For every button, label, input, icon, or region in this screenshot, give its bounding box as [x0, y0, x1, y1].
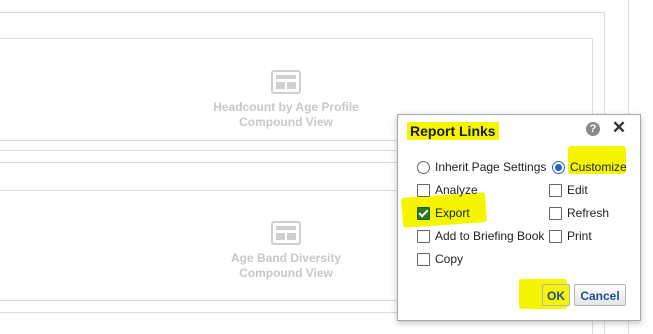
checkbox-label: Copy: [435, 252, 464, 266]
dialog-header[interactable]: Report Links ? ✕: [398, 115, 640, 145]
view-title: Headcount by Age Profile: [213, 100, 359, 114]
cancel-button[interactable]: Cancel: [574, 284, 626, 306]
checkbox-label: Print: [567, 229, 592, 243]
radio-button-selected[interactable]: [552, 160, 565, 174]
radio-button[interactable]: [417, 160, 430, 174]
view-subtitle: Compound View: [239, 266, 333, 280]
checkbox[interactable]: [417, 252, 430, 266]
compound-view-icon: [271, 221, 301, 245]
radio-label: Customize: [570, 160, 627, 174]
radio-label: Inherit Page Settings: [435, 160, 547, 174]
checkbox-label: Edit: [567, 183, 588, 197]
checkbox-label: Refresh: [567, 206, 610, 220]
checkbox-copy[interactable]: Copy: [417, 252, 463, 266]
frame-line: [0, 12, 604, 13]
checkbox-analyze[interactable]: Analyze: [417, 183, 478, 197]
checkbox-print[interactable]: Print: [549, 229, 592, 243]
checkbox-edit[interactable]: Edit: [549, 183, 588, 197]
checkbox-checked[interactable]: [417, 206, 430, 220]
view-placeholder-age-band[interactable]: Age Band Diversity Compound View: [196, 221, 376, 281]
checkbox[interactable]: [549, 229, 562, 243]
checkbox[interactable]: [417, 229, 430, 243]
dialog-title: Report Links: [407, 122, 499, 140]
ok-button[interactable]: OK: [542, 284, 570, 306]
close-icon[interactable]: ✕: [611, 119, 627, 137]
radio-inherit-page-settings[interactable]: Inherit Page Settings: [417, 160, 546, 174]
help-icon[interactable]: ?: [586, 122, 600, 136]
checkbox[interactable]: [549, 206, 562, 220]
compound-view-icon: [271, 70, 301, 94]
checkbox[interactable]: [417, 183, 430, 197]
checkbox-label: Export: [435, 206, 470, 220]
frame-line: [0, 38, 592, 39]
checkbox-export[interactable]: Export: [417, 206, 470, 220]
checkbox-add-to-briefing-book[interactable]: Add to Briefing Book: [417, 229, 544, 243]
checkbox-label: Add to Briefing Book: [435, 229, 545, 243]
view-placeholder-headcount[interactable]: Headcount by Age Profile Compound View: [196, 70, 376, 130]
radio-customize[interactable]: Customize: [552, 160, 627, 174]
checkbox-label: Analyze: [435, 183, 478, 197]
checkbox-refresh[interactable]: Refresh: [549, 206, 609, 220]
view-title: Age Band Diversity: [230, 251, 342, 265]
view-subtitle: Compound View: [239, 115, 333, 129]
checkbox[interactable]: [549, 183, 562, 197]
report-links-dialog: Report Links ? ✕ Inherit Page Settings C…: [397, 114, 641, 321]
